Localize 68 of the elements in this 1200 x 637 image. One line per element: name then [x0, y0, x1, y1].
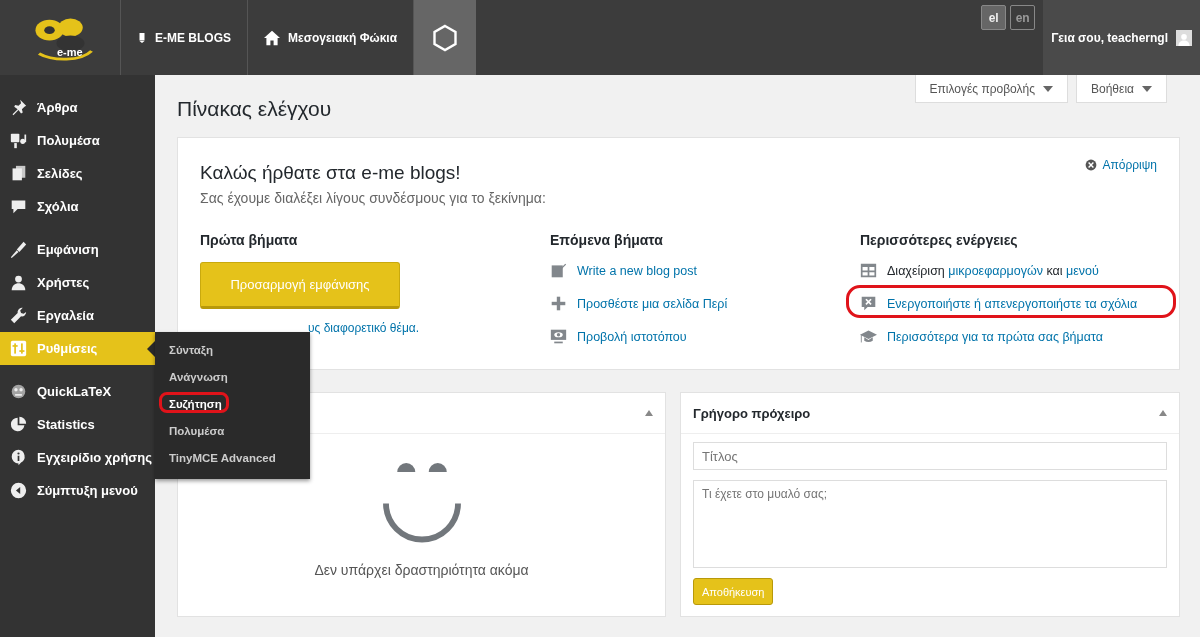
plus-icon	[550, 295, 567, 312]
menu-item[interactable]: Πολυμέσα	[0, 124, 155, 157]
content-field[interactable]: Τι έχετε στο μυαλό σας;	[693, 480, 1167, 568]
menu-item[interactable]: Χρήστες	[0, 266, 155, 299]
action-link[interactable]: Ενεργοποιήστε ή απενεργοποιήστε τα σχόλια	[887, 296, 1138, 311]
collapse-icon[interactable]	[1159, 410, 1167, 416]
caret-icon	[1043, 85, 1053, 92]
action-link[interactable]: Write a new blog post	[577, 263, 697, 278]
collapse-arrow-icon	[10, 482, 27, 499]
graduation-cap-icon	[860, 328, 877, 345]
caret-icon	[1142, 85, 1152, 92]
menu-item[interactable]: Σελίδες	[0, 157, 155, 190]
media-icon	[10, 132, 27, 149]
dismiss-link[interactable]: Απόρριψη	[1085, 158, 1157, 172]
close-icon	[1085, 159, 1098, 171]
title-field[interactable]: Τίτλος	[693, 442, 1167, 470]
action-link[interactable]: μικροεφαρμογών	[948, 263, 1044, 278]
home-icon	[264, 29, 280, 46]
theme-link[interactable]: υς διαφορετικό θέμα.	[308, 321, 550, 335]
screen-eye-icon	[550, 328, 567, 345]
welcome-title: Καλώς ήρθατε στα e-me blogs!	[200, 162, 461, 184]
menu-item[interactable]: Άρθρα	[0, 91, 155, 124]
action-link[interactable]: Προσθέστε μια σελίδα Περί	[577, 296, 728, 311]
table-grid-icon	[860, 262, 877, 279]
submenu-item[interactable]: Συζήτηση	[169, 397, 222, 410]
submenu-item[interactable]: Σύνταξη	[169, 343, 214, 356]
dropdown-tab[interactable]: Βοήθεια	[1076, 75, 1167, 103]
submenu-item[interactable]: Πολυμέσα	[169, 424, 225, 437]
info-icon	[10, 449, 27, 466]
submenu-item[interactable]: Ανάγνωση	[169, 370, 228, 383]
language-button[interactable]: el	[981, 5, 1007, 30]
edit-icon	[550, 262, 567, 279]
wrench-icon	[10, 307, 27, 324]
dropdown-tab[interactable]: Επιλογές προβολής	[914, 75, 1068, 103]
speech-bubble-x-icon	[860, 295, 877, 312]
column-heading: Επόμενα βήματα	[550, 232, 664, 248]
welcome-subtitle: Σας έχουμε διαλέξει λίγους συνδέσμους για το ξεκίνημα:	[200, 190, 546, 206]
empty-message: Δεν υπάρχει δραστηριότητα ακόμα	[314, 562, 529, 578]
panel-title: Γρήγορο πρόχειρο	[693, 405, 811, 421]
user-icon	[10, 274, 27, 291]
action-link[interactable]: Περισσότερα για τα πρώτα σας βήματα	[887, 329, 1103, 344]
pie-chart-icon	[10, 416, 27, 433]
menu-item[interactable]: Εργαλεία	[0, 299, 155, 332]
menu-item[interactable]: Σύμπτυξη μενού	[0, 474, 155, 507]
menu-item[interactable]: QuickLaTeX	[0, 375, 155, 408]
menu-item[interactable]: Σχόλια	[0, 190, 155, 223]
submenu-item[interactable]: TinyMCE Advanced	[169, 451, 276, 464]
logo-text: e-me	[57, 45, 83, 58]
brush-icon	[10, 241, 27, 258]
menu-item[interactable]: Εγχειρίδιο χρήσης	[0, 441, 155, 474]
sliders-icon	[10, 340, 27, 357]
pages-icon	[10, 165, 27, 182]
emblem-icon	[10, 383, 27, 400]
column-heading: Περισσότερες ενέργειες	[860, 232, 1019, 248]
greeting-text[interactable]: Γεια σου, teacherngl	[1051, 30, 1168, 45]
action-link[interactable]: μενού	[1066, 263, 1099, 278]
menu-item[interactable]: Statistics	[0, 408, 155, 441]
action-text: Διαχείριση μικροεφαρμογών και μενού	[887, 263, 1099, 278]
language-button[interactable]: en	[1010, 5, 1036, 30]
column-heading: Πρώτα βήματα	[200, 232, 299, 248]
collapse-icon[interactable]	[645, 410, 653, 416]
hexagon-button[interactable]	[414, 0, 477, 75]
action-link[interactable]: Προβολή ιστοτόπου	[577, 329, 687, 344]
speech-bubble-icon	[10, 198, 27, 215]
menu-item[interactable]: Εμφάνιση	[0, 233, 155, 266]
page-title: Πίνακας ελέγχου	[177, 97, 333, 121]
avatar-icon[interactable]	[1176, 29, 1192, 46]
pin-icon	[10, 99, 27, 116]
